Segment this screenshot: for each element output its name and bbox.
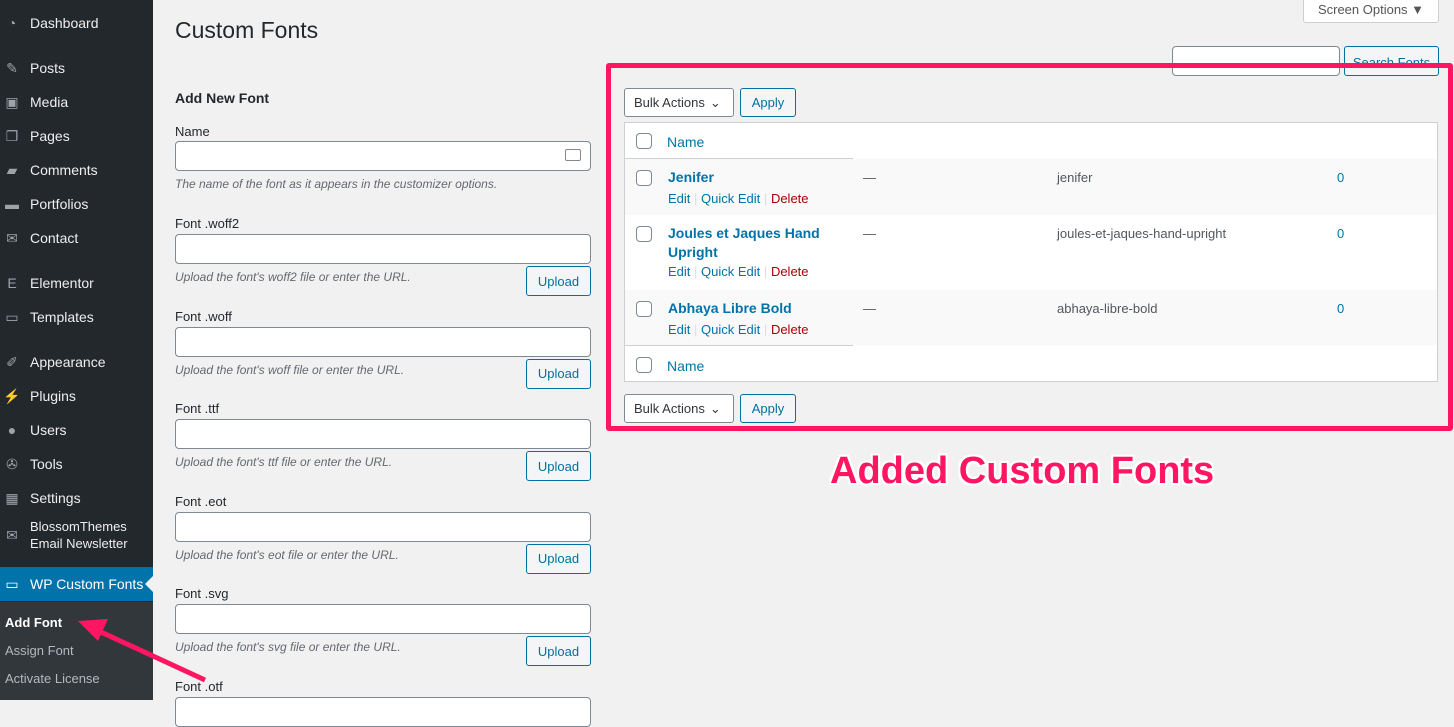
upload-button[interactable]: Upload [526,543,591,574]
sidebar-item-label: Plugins [30,388,76,404]
sidebar-item-settings[interactable]: ▦ Settings [0,481,153,515]
sidebar-item-label: Portfolios [30,196,89,212]
sidebar-item-templates[interactable]: ▭ Templates [0,300,153,334]
submenu-add-font[interactable]: Add Font [5,615,62,630]
sidebar-item-wp-custom-fonts[interactable]: ▭ WP Custom Fonts [0,567,153,601]
upload-button[interactable]: Upload [526,636,591,667]
comment-icon: ▰ [6,161,18,178]
sidebar-item-tools[interactable]: ✇ Tools [0,447,153,481]
font-field-description: Upload the font's woff2 file or enter th… [175,270,411,284]
sidebar-item-label: Comments [30,162,98,178]
font-url-input[interactable] [175,697,591,727]
plugin-icon: ⚡ [3,387,21,404]
sidebar-item-label: Tools [30,456,63,472]
elementor-icon: Ε [7,275,17,291]
upload-button[interactable]: Upload [526,451,591,482]
screen-options-button[interactable]: Screen Options ▼ [1303,0,1439,23]
sidebar-item-label: Settings [30,490,81,506]
sidebar-item-label: BlossomThemes Email Newsletter [30,519,128,551]
contact-card-icon [565,149,581,161]
sidebar-item-blossomthemes-email-newsletter[interactable]: ✉ BlossomThemes Email Newsletter [0,515,153,555]
font-url-input[interactable] [175,419,591,450]
wrench-icon: ✇ [6,455,18,472]
page-title: Custom Fonts [175,17,319,43]
sidebar-item-label: Media [30,94,69,110]
font-url-input[interactable] [175,326,591,357]
font-url-input[interactable] [175,511,591,542]
folder-open-icon: ▭ [5,308,19,325]
sidebar-item-contact[interactable]: ✉ Contact [0,221,153,255]
annotation-arrow [78,619,207,683]
admin-sidebar: ◔ Dashboard ✎ Posts ▣ Media ❐ Pages ▰ Comments ▬ Po… [0,0,153,700]
form-heading: Add New Font [175,90,270,106]
font-field-label: Font .ttf [175,401,220,417]
font-url-input[interactable] [175,604,591,635]
sidebar-item-portfolios[interactable]: ▬ Portfolios [0,187,153,221]
font-field-label: Font .svg [175,586,229,602]
submenu-assign-font[interactable]: Assign Font [5,643,74,658]
sidebar-item-media[interactable]: ▣ Media [0,85,153,119]
name-label: Name [175,124,210,139]
sidebar-item-label: Contact [30,230,79,246]
user-icon: ● [7,422,17,438]
sidebar-item-pages[interactable]: ❐ Pages [0,119,153,153]
font-field-label: Font .woff [175,308,232,324]
font-field-label: Font .eot [175,493,227,509]
sidebar-item-plugins[interactable]: ⚡ Plugins [0,379,153,413]
sidebar-item-label: Dashboard [30,15,99,31]
sidebar-item-label: Templates [30,309,94,325]
sidebar-item-label: WP Custom Fonts [30,576,144,592]
brush-icon: ✐ [6,353,18,370]
font-url-input[interactable] [175,234,591,264]
pin-icon: ✎ [6,59,18,76]
name-description: The name of the font as it appears in th… [175,177,498,191]
sidebar-item-users[interactable]: ● Users [0,413,153,447]
pages-icon: ❐ [5,127,19,144]
name-input[interactable] [175,141,591,171]
upload-button[interactable]: Upload [526,358,591,389]
upload-button[interactable]: Upload [526,266,591,296]
font-field-label: Font .woff2 [175,216,240,231]
sidebar-item-label: Appearance [30,354,106,370]
sidebar-item-label: Users [30,422,67,438]
highlight-box [606,63,1453,431]
folder-icon: ▬ [5,196,19,212]
sidebar-item-label: Elementor [30,275,94,291]
mail-icon: ✉ [6,229,18,246]
folder-open-icon: ▭ [5,575,19,592]
settings-icon: ▦ [5,489,19,506]
newsletter-icon: ✉ [6,526,18,543]
media-icon: ▣ [5,93,19,110]
font-field-description: Upload the font's woff file or enter the… [175,362,405,377]
sidebar-item-label: Pages [30,128,70,144]
sidebar-item-dashboard[interactable]: ◔ Dashboard [0,6,153,40]
sidebar-item-comments[interactable]: ▰ Comments [0,153,153,187]
sidebar-item-elementor[interactable]: Ε Elementor [0,266,153,300]
sidebar-item-appearance[interactable]: ✐ Appearance [0,345,153,379]
annotation-caption: Added Custom Fonts [830,450,1215,492]
font-field-description: Upload the font's ttf file or enter the … [175,455,393,470]
sidebar-item-posts[interactable]: ✎ Posts [0,51,153,85]
sidebar-item-label: Posts [30,60,66,76]
font-field-description: Upload the font's eot file or enter the … [175,547,399,562]
dashboard-icon: ◔ [7,15,17,31]
